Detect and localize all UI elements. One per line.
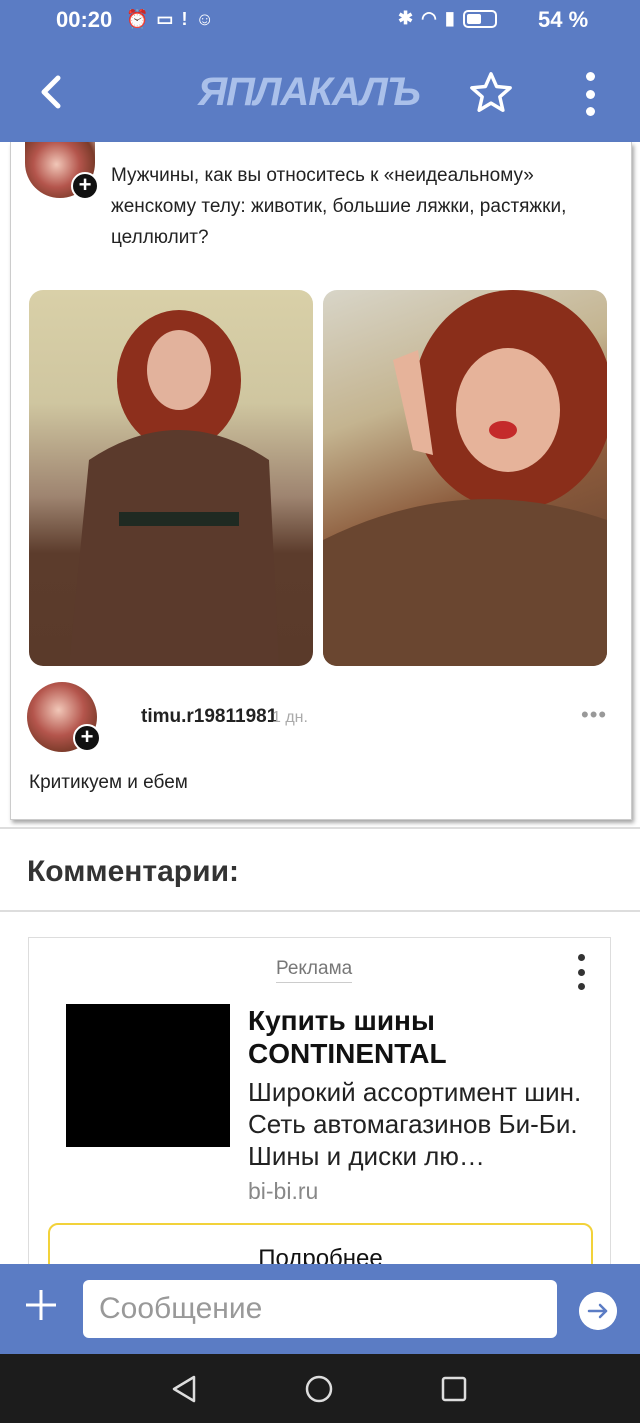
post-question: Мужчины, как вы относитесь к «неидеально… [111,165,567,248]
reply-timestamp: 1 дн. [272,709,308,726]
ad-description: Широкий ассортимент шин. Сеть автомагази… [248,1077,582,1171]
reply-username[interactable]: timu.r19811981 [141,706,277,728]
alert-icon: ! [181,9,188,29]
alarm-icon: ⏰ [126,9,149,29]
nav-back-icon[interactable] [170,1374,198,1404]
star-outline-icon[interactable] [468,70,514,116]
signal-icon: ▮ [444,8,455,28]
car-icon: ▭ [156,9,174,29]
send-arrow-icon[interactable] [579,1292,617,1330]
ad-domain[interactable]: bi-bi.ru [248,1178,318,1205]
status-time: 00:20 [56,7,113,32]
message-bar: Сообщение [0,1264,640,1354]
notification-icons: ⏰ ▭ ! ☺ [126,9,214,30]
message-input[interactable]: Сообщение [83,1280,557,1338]
system-nav-bar [0,1354,640,1423]
follow-plus-icon[interactable]: + [73,724,101,752]
app-header: ЯПЛАКАЛЪ [0,42,640,142]
more-options-icon[interactable]: ••• [581,702,607,728]
nav-home-icon[interactable] [304,1374,334,1404]
ad-menu-icon[interactable] [575,954,587,990]
post-content: + Мужчины, как вы относитесь к «неидеаль… [10,142,632,820]
nav-recents-icon[interactable] [440,1375,468,1403]
system-icons: ✱ ◠ ▮ [398,8,497,29]
post-photo-2[interactable] [323,290,607,666]
chevron-left-icon[interactable] [32,72,72,112]
bluetooth-icon: ✱ [398,8,414,28]
reply-text: Критикуем и ебем [29,772,188,793]
battery-icon [462,9,497,28]
ad-title[interactable]: Купить шины CONTINENTAL [248,1004,598,1070]
divider [0,910,640,912]
ad-label: Реклама [276,958,353,983]
divider [0,827,640,829]
ad-block[interactable]: Реклама Купить шины CONTINENTAL Широкий … [28,937,611,1277]
site-logo[interactable]: ЯПЛАКАЛЪ [198,70,421,115]
comments-heading: Комментарии: [27,855,240,888]
post-photo-1[interactable] [29,290,313,666]
kebab-menu-icon[interactable] [580,72,600,116]
battery-percent: 54 % [538,7,589,32]
plus-icon[interactable] [24,1288,58,1322]
follow-plus-icon: + [71,172,99,200]
wifi-icon: ◠ [421,8,437,28]
ad-image[interactable] [66,1004,230,1147]
app-icon: ☺ [195,9,214,29]
status-bar: 00:20 ⏰ ▭ ! ☺ ✱ ◠ ▮ 54 % [0,0,640,42]
